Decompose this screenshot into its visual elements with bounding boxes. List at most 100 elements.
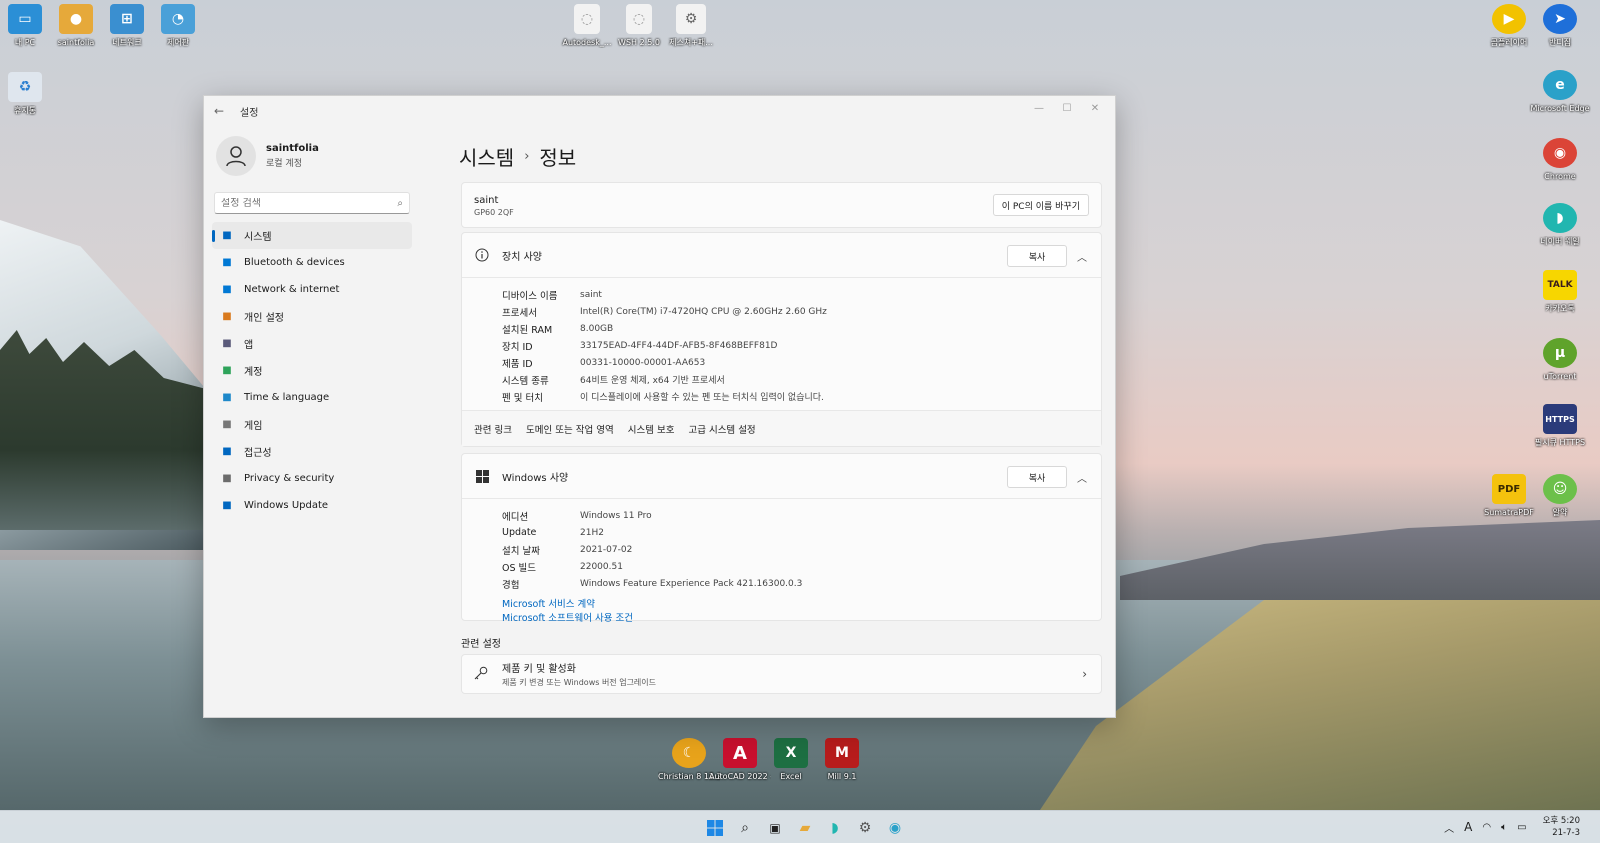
- settings-search-input[interactable]: [221, 197, 398, 209]
- maximize-icon[interactable]: ☐: [1053, 99, 1081, 117]
- chevron-up-icon[interactable]: ︿: [1444, 820, 1454, 835]
- desktop-icon-recycle-bin[interactable]: ♻ 휴지통: [0, 72, 56, 116]
- search-icon[interactable]: ⌕: [734, 817, 756, 839]
- desktop-icon-control-panel[interactable]: ◔ 제어판: [147, 4, 209, 48]
- spec-value: Intel(R) Core(TM) i7-4720HQ CPU @ 2.60GH…: [580, 306, 827, 317]
- link-advanced-system-settings[interactable]: 고급 시스템 설정: [688, 422, 755, 436]
- desktop-icon-chrome[interactable]: ◉ Chrome: [1529, 138, 1591, 182]
- main-content: 시스템 › 정보 saint GP60 2QF 이 PC의 이름 바꾸기 장치 …: [459, 142, 1102, 694]
- task-view-icon[interactable]: ▣: [764, 817, 786, 839]
- desktop-icon-mill[interactable]: M Mill 9.1: [811, 738, 873, 782]
- sidebar-item-globe-clock[interactable]: ■ Time & language: [212, 384, 412, 411]
- alyac-icon: ☺: [1543, 474, 1577, 504]
- windows-start-icon[interactable]: [704, 817, 726, 839]
- spec-value: 64비트 운영 체제, x64 기반 프로세서: [580, 376, 725, 386]
- whale-icon: ◗: [1543, 203, 1577, 233]
- volume-icon[interactable]: 🔈︎: [1501, 822, 1507, 833]
- back-arrow-icon[interactable]: ←: [214, 104, 230, 118]
- sidebar-item-label: Bluetooth & devices: [244, 257, 345, 268]
- profile[interactable]: saintfolia 로컬 계정: [212, 132, 412, 188]
- bandizip-icon: ➤: [1543, 4, 1577, 34]
- spec-key: 장치 ID: [502, 341, 533, 353]
- windows-spec-header[interactable]: Windows 사양 복사 ︿: [462, 454, 1101, 499]
- breadcrumb: 시스템 › 정보: [459, 142, 1099, 171]
- rename-pc-button[interactable]: 이 PC의 이름 바꾸기: [992, 194, 1089, 216]
- network-icon: ⊞: [110, 4, 144, 34]
- whale-icon[interactable]: ◗: [824, 817, 846, 839]
- desktop-icon-utorrent[interactable]: µ uTorrent: [1529, 338, 1591, 382]
- chevron-up-icon[interactable]: ︿: [1077, 470, 1087, 485]
- monitor-icon: ▭: [8, 4, 42, 34]
- spec-value: 8.00GB: [580, 323, 614, 334]
- spec-row: 시스템 종류 64비트 운영 체제, x64 기반 프로세서: [502, 371, 1101, 388]
- sidebar-item-bluetooth[interactable]: ■ Bluetooth & devices: [212, 249, 412, 276]
- file-explorer-icon[interactable]: ▰: [794, 817, 816, 839]
- sidebar-item-update[interactable]: ■ Windows Update: [212, 492, 412, 519]
- minimize-icon[interactable]: —: [1025, 99, 1053, 117]
- wifi-icon[interactable]: ◠: [1482, 822, 1491, 833]
- spec-row: Update 21H2: [502, 524, 1101, 541]
- link-ms-services-agreement[interactable]: Microsoft 서비스 계약: [502, 596, 1101, 610]
- sidebar-item-shield[interactable]: ■ Privacy & security: [212, 465, 412, 492]
- spec-key: 설치 날짜: [502, 545, 540, 557]
- spec-value: 00331-10000-00001-AA653: [580, 357, 706, 368]
- settings-icon[interactable]: ⚙: [854, 817, 876, 839]
- spec-key: 설치된 RAM: [502, 324, 553, 336]
- play-icon: ▶: [1492, 4, 1526, 34]
- spec-row: 설치 날짜 2021-07-02: [502, 541, 1101, 558]
- sidebar-item-wifi[interactable]: ■ Network & internet: [212, 276, 412, 303]
- desktop-icon-gesture[interactable]: ⚙ 제스쳐+패...: [660, 4, 722, 48]
- sidebar-item-brush[interactable]: ■ 개인 설정: [212, 303, 412, 330]
- sidebar-item-apps[interactable]: ■ 앱: [212, 330, 412, 357]
- copy-windows-spec-button[interactable]: 복사: [1007, 466, 1067, 488]
- sidebar-item-label: 계정: [244, 367, 263, 378]
- sidebar-item-game[interactable]: ■ 게임: [212, 411, 412, 438]
- windows-logo-icon: [474, 469, 490, 483]
- spec-value: 33175EAD-4FF4-44DF-AFB5-8F468BEFF81D: [580, 340, 778, 351]
- recycle-bin-icon: ♻: [8, 72, 42, 102]
- spec-key: 시스템 종류: [502, 375, 549, 387]
- desktop-icon-bandizip[interactable]: ➤ 반디집: [1529, 4, 1591, 48]
- sidebar-item-account[interactable]: ■ 계정: [212, 357, 412, 384]
- battery-icon[interactable]: ▭: [1517, 822, 1526, 833]
- close-icon[interactable]: ✕: [1081, 99, 1109, 117]
- window-title: 설정: [240, 107, 259, 119]
- settings-window: ← 설정 — ☐ ✕ saintfolia 로컬 계정 ⌕ ■시스템■Bluet: [203, 95, 1116, 718]
- related-settings-title: 관련 설정: [461, 639, 501, 650]
- ime-indicator[interactable]: A: [1464, 820, 1472, 834]
- desktop-icon-edge[interactable]: e Microsoft Edge: [1529, 70, 1591, 114]
- copy-device-spec-button[interactable]: 복사: [1007, 245, 1067, 267]
- spec-value: 2021-07-02: [580, 544, 633, 555]
- system-icon: ■: [222, 230, 232, 241]
- desktop-icon-alyac[interactable]: ☺ 알약: [1529, 474, 1591, 518]
- search-icon[interactable]: ⌕: [397, 198, 403, 209]
- breadcrumb-parent[interactable]: 시스템: [459, 142, 514, 171]
- desktop-icon-https[interactable]: HTTPS 필시큐 HTTPS: [1529, 404, 1591, 448]
- app-icon-1: ☾: [672, 738, 706, 768]
- device-spec-header[interactable]: 장치 사양 복사 ︿: [462, 233, 1101, 278]
- link-ms-software-license[interactable]: Microsoft 소프트웨어 사용 조건: [502, 610, 1101, 624]
- spec-row: 디바이스 이름 saint: [502, 286, 1101, 303]
- chevron-up-icon[interactable]: ︿: [1077, 249, 1087, 264]
- product-key-card[interactable]: 제품 키 및 활성화 제품 키 변경 또는 Windows 버전 업그레이드 ›: [461, 654, 1102, 694]
- profile-type: 로컬 계정: [266, 159, 302, 169]
- edge-icon: e: [1543, 70, 1577, 100]
- clock[interactable]: 오후 5:20 21-7-3: [1543, 815, 1580, 839]
- sidebar-item-system[interactable]: ■ 시스템: [212, 222, 412, 249]
- link-domain-workgroup[interactable]: 도메인 또는 작업 영역: [526, 422, 614, 436]
- taskbar: ⌕ ▣ ▰ ◗ ⚙ ◉ ︿ A ◠ 🔈︎ ▭ 오후 5:20 21-7-3: [0, 810, 1600, 843]
- device-spec-title: 장치 사양: [502, 251, 542, 263]
- link-system-protection[interactable]: 시스템 보호: [628, 422, 675, 436]
- kakaotalk-icon: TALK: [1543, 270, 1577, 300]
- sidebar-item-label: Time & language: [244, 392, 330, 403]
- nav-list: ■ 시스템 ■ Bluetooth & devices ■ Network & inter…: [212, 222, 412, 519]
- update-icon: ■: [222, 500, 232, 511]
- desktop-icon-whale[interactable]: ◗ 네이버 웨일: [1529, 203, 1591, 247]
- edge-icon[interactable]: ◉: [884, 817, 906, 839]
- sidebar-item-accessibility[interactable]: ■ 접근성: [212, 438, 412, 465]
- sidebar: saintfolia 로컬 계정 ⌕ ■ 시스템 ■ Bluetooth & devi…: [212, 132, 412, 519]
- desktop-icon-kakaotalk[interactable]: TALK 카카오톡: [1529, 270, 1591, 314]
- window-controls: — ☐ ✕: [1025, 99, 1109, 117]
- spec-key: Update: [502, 527, 537, 538]
- spec-key: OS 빌드: [502, 562, 537, 574]
